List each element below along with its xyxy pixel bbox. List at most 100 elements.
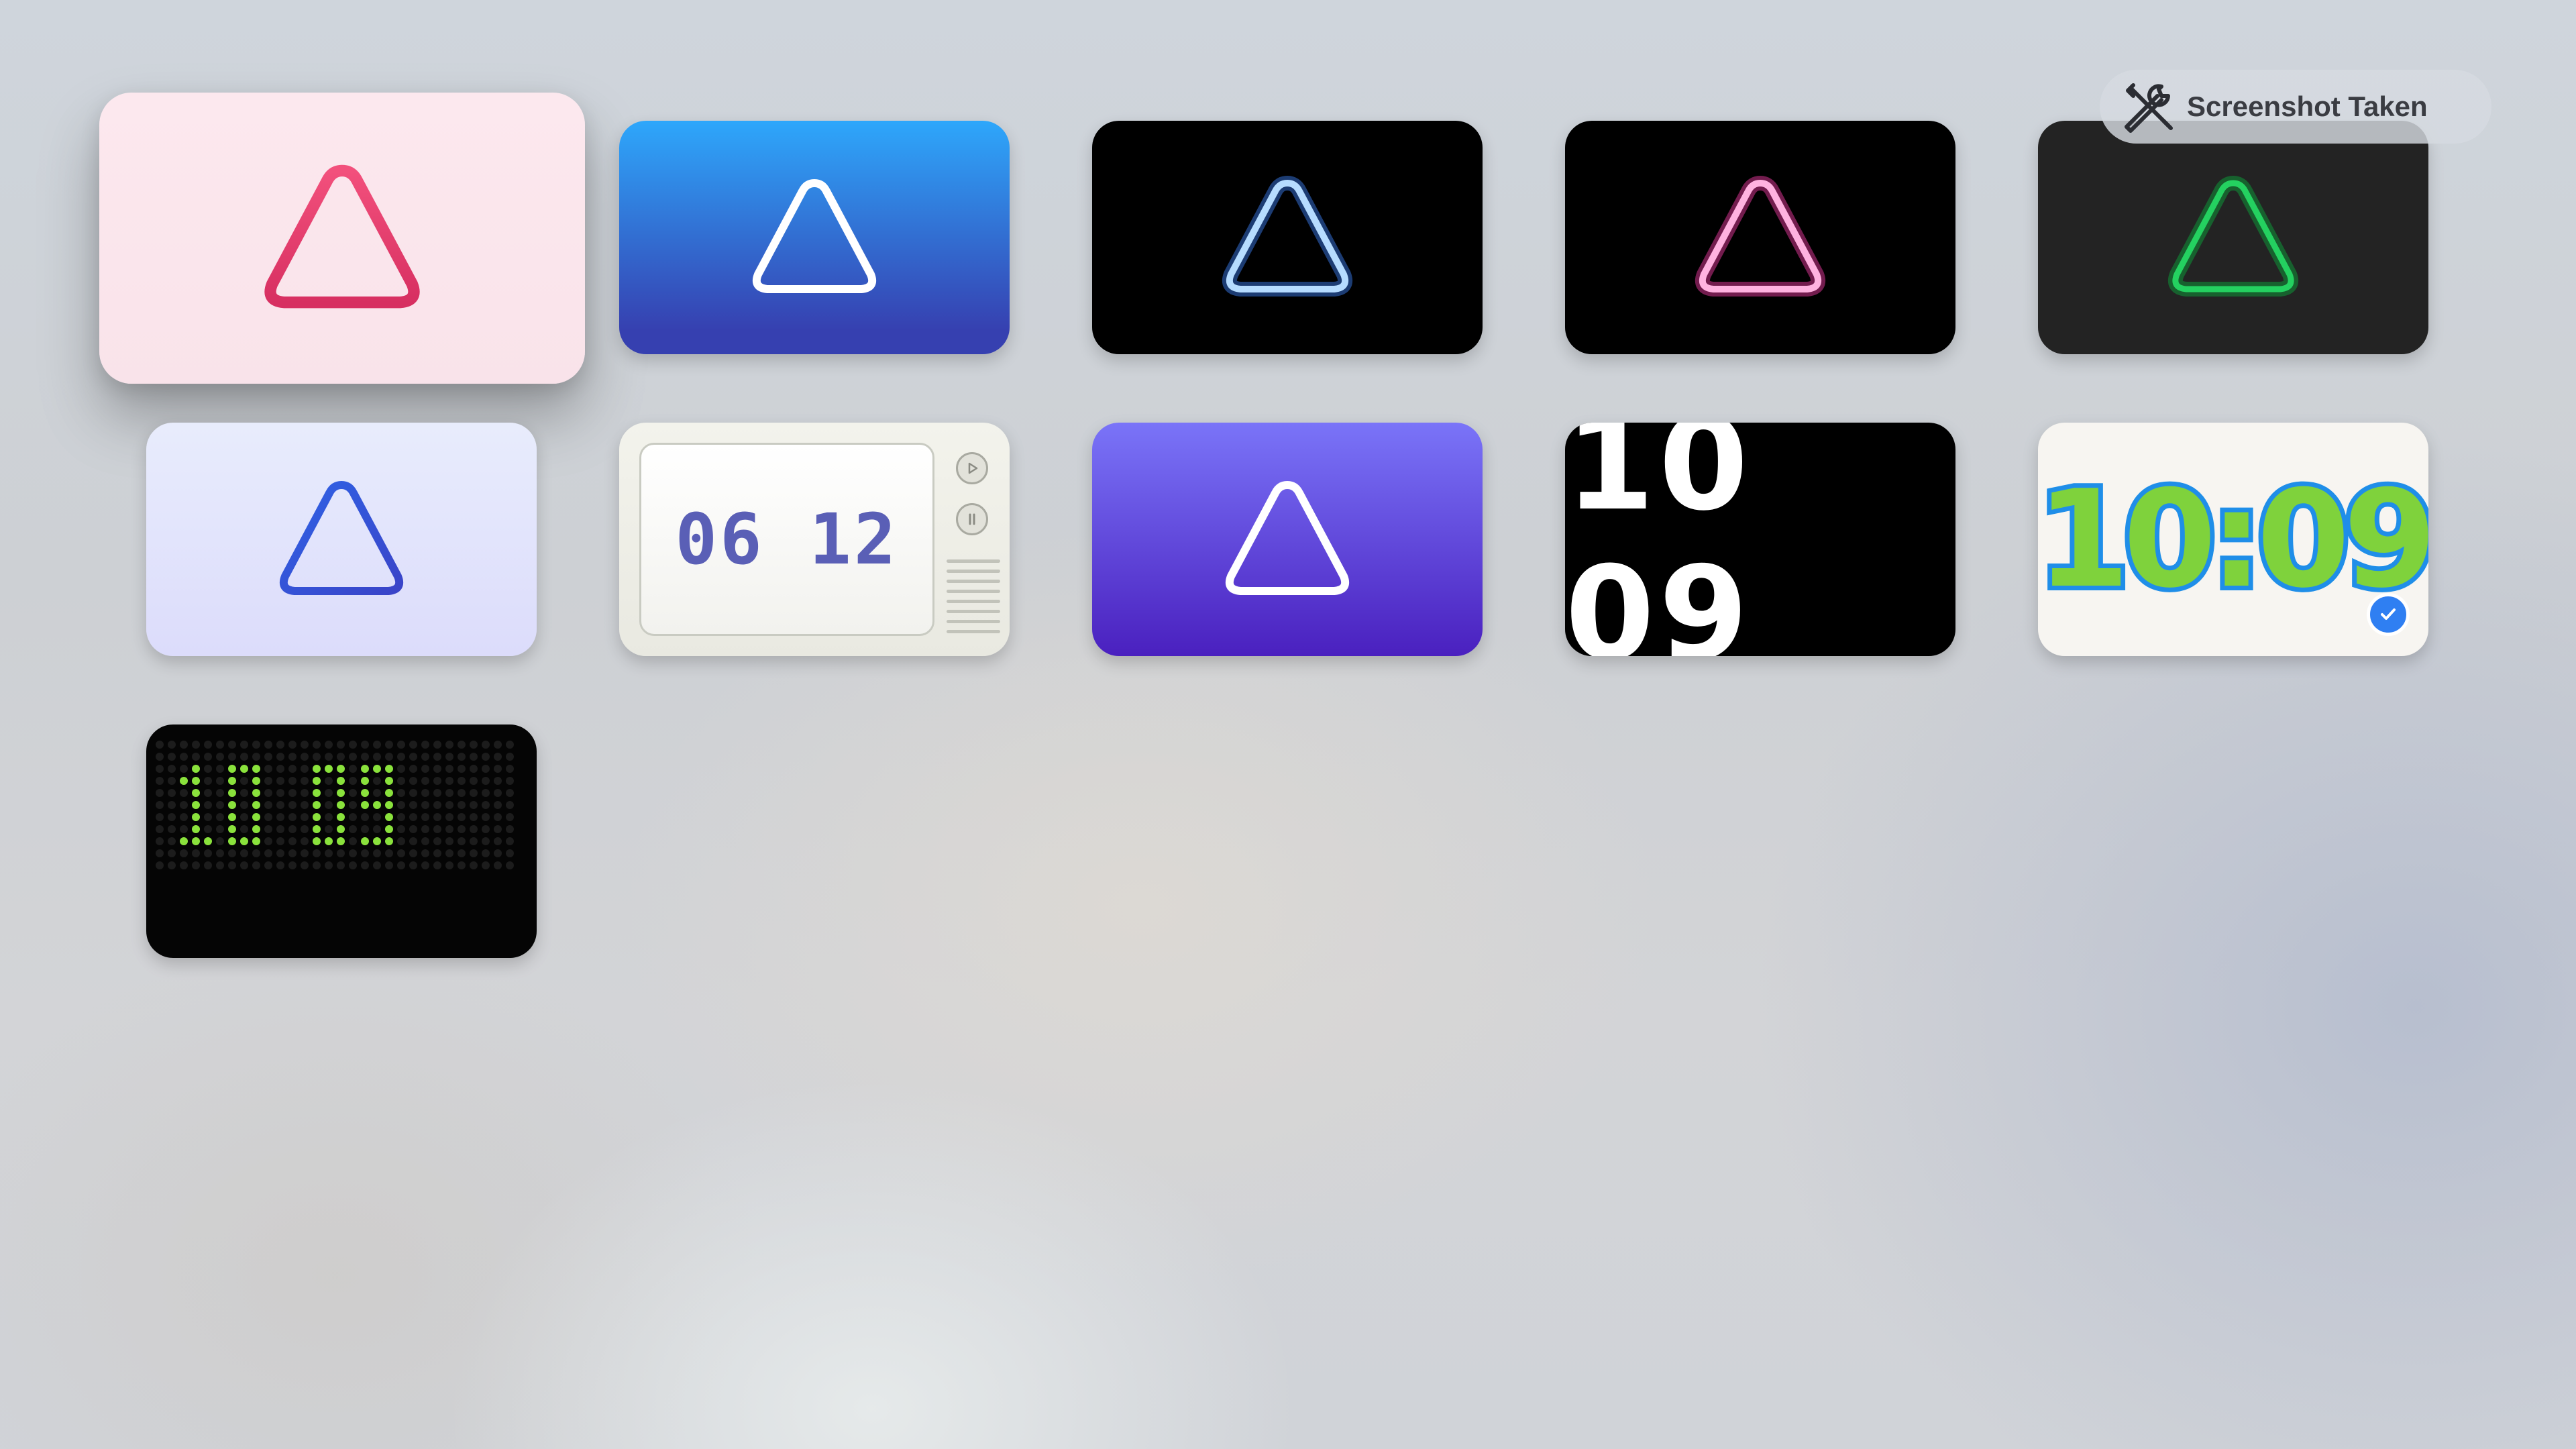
led-dot: [313, 753, 321, 761]
led-dot: [470, 849, 478, 857]
led-dot-lit: [313, 837, 321, 845]
led-dot-lit: [228, 837, 236, 845]
led-dot: [458, 753, 466, 761]
led-dot: [192, 861, 200, 869]
led-dot-lit: [240, 765, 248, 773]
led-dot: [325, 801, 333, 809]
led-dot: [458, 837, 466, 845]
led-dot: [301, 861, 309, 869]
led-dot: [373, 741, 381, 749]
led-dot-lit: [204, 837, 212, 845]
led-dot: [482, 861, 490, 869]
screensaver-neon-pink-triangle[interactable]: [1565, 121, 1955, 354]
led-dot: [216, 813, 224, 821]
screensaver-blue-triangle[interactable]: [619, 121, 1010, 354]
screensaver-bubble-clock[interactable]: 10:09: [2038, 423, 2428, 656]
led-dot: [180, 825, 188, 833]
led-dot: [349, 765, 357, 773]
led-dot: [494, 777, 502, 785]
flip-clock-minutes: 09: [1565, 539, 1753, 656]
led-dot: [156, 741, 164, 749]
led-dot: [433, 861, 441, 869]
led-dot: [216, 849, 224, 857]
led-dot: [216, 789, 224, 797]
led-dot: [168, 801, 176, 809]
led-dot: [240, 849, 248, 857]
led-dot: [458, 849, 466, 857]
screensaver-led-clock[interactable]: [146, 724, 537, 958]
led-dot: [264, 801, 272, 809]
bubble-clock-time: 10:09: [2038, 457, 2428, 623]
led-dot: [482, 825, 490, 833]
screensaver-retro-tv-clock[interactable]: 06 12: [619, 423, 1010, 656]
screensaver-lavender-triangle[interactable]: [146, 423, 537, 656]
led-dot: [180, 765, 188, 773]
led-dot: [288, 741, 297, 749]
led-dot: [421, 765, 429, 773]
led-dot-lit: [192, 789, 200, 797]
speaker-grille: [947, 580, 1000, 583]
led-dot: [409, 765, 417, 773]
led-dot: [506, 861, 514, 869]
led-dot-lit: [385, 837, 393, 845]
led-dot: [421, 753, 429, 761]
led-dot: [445, 813, 453, 821]
led-dot-lit: [252, 813, 260, 821]
speaker-grille: [947, 559, 1000, 563]
led-dot: [325, 813, 333, 821]
led-dot: [349, 777, 357, 785]
led-dot: [349, 741, 357, 749]
led-dot-lit: [252, 789, 260, 797]
led-dot: [168, 741, 176, 749]
led-dot: [204, 789, 212, 797]
led-dot-lit: [192, 765, 200, 773]
led-dot-lit: [252, 765, 260, 773]
led-dot-lit: [385, 777, 393, 785]
led-dot-lit: [385, 789, 393, 797]
led-dot: [482, 801, 490, 809]
led-dot: [276, 753, 284, 761]
led-dot: [373, 813, 381, 821]
led-dot: [421, 849, 429, 857]
led-dot: [288, 777, 297, 785]
led-dot-lit: [373, 801, 381, 809]
led-dot: [385, 741, 393, 749]
led-dot: [506, 825, 514, 833]
led-dot-lit: [361, 837, 369, 845]
led-dot: [349, 813, 357, 821]
led-dot-lit: [228, 777, 236, 785]
led-dot: [470, 825, 478, 833]
led-dot: [204, 801, 212, 809]
led-dot: [349, 789, 357, 797]
led-dot: [216, 765, 224, 773]
led-dot: [506, 789, 514, 797]
led-dot: [204, 765, 212, 773]
led-dot: [313, 861, 321, 869]
led-dot: [192, 849, 200, 857]
led-dot: [240, 861, 248, 869]
led-dot: [168, 789, 176, 797]
screensaver-purple-triangle[interactable]: [1092, 423, 1483, 656]
led-dot: [349, 801, 357, 809]
triangle-icon: [1695, 176, 1826, 297]
led-dot: [458, 789, 466, 797]
led-dot: [301, 849, 309, 857]
led-dot: [325, 741, 333, 749]
led-dot: [397, 753, 405, 761]
screensaver-pink-triangle[interactable]: [99, 93, 585, 384]
led-dot: [325, 753, 333, 761]
led-dot-lit: [192, 813, 200, 821]
led-dot: [445, 753, 453, 761]
screensaver-neon-green-triangle[interactable]: [2038, 121, 2428, 354]
triangle-icon: [279, 481, 404, 595]
screensaver-flip-clock[interactable]: 1009: [1565, 423, 1955, 656]
led-dot: [288, 765, 297, 773]
led-dot-lit: [337, 789, 345, 797]
led-dot-lit: [313, 801, 321, 809]
led-dot-lit: [337, 801, 345, 809]
screensaver-neon-blue-triangle[interactable]: [1092, 121, 1483, 354]
led-dot: [288, 789, 297, 797]
led-dot: [288, 837, 297, 845]
led-dot: [397, 777, 405, 785]
led-dot: [156, 813, 164, 821]
